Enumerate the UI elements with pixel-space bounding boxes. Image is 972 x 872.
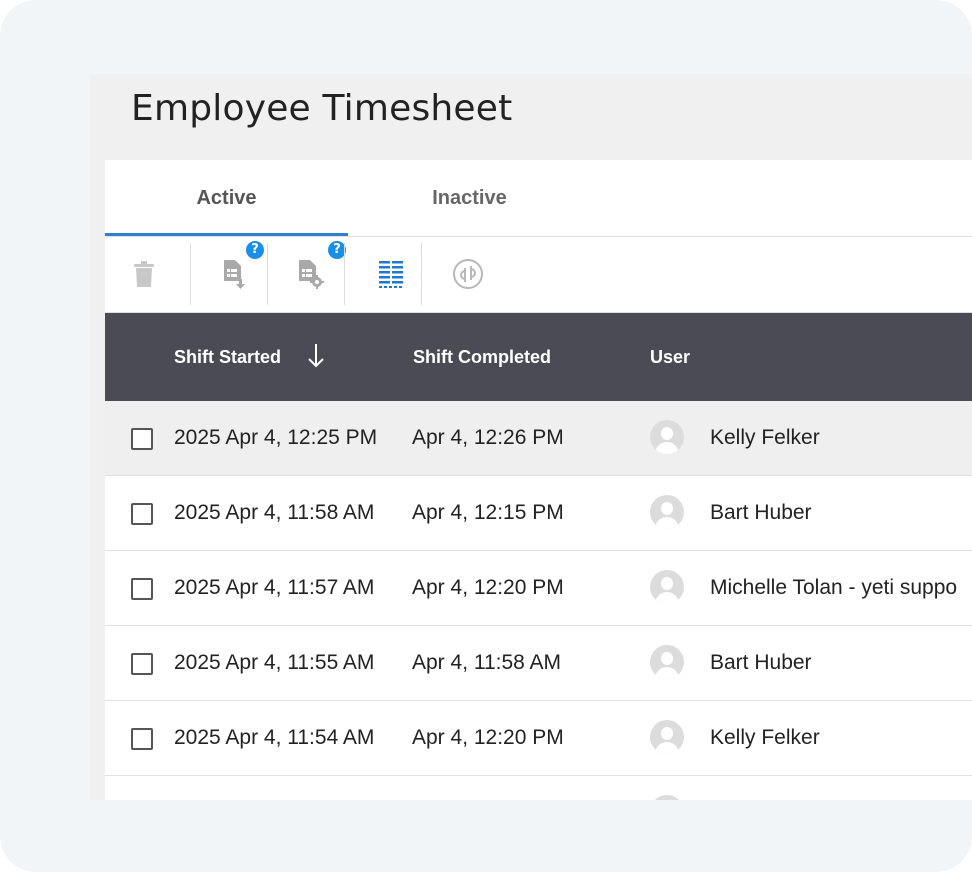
columns-button[interactable]	[353, 243, 429, 305]
shift-started-cell: 2025 Apr 4, 12:25 PM	[174, 426, 378, 449]
avatar	[650, 720, 684, 754]
user-cell: Bart Huber	[710, 651, 812, 674]
quickbooks-button[interactable]	[430, 243, 506, 305]
table-row[interactable]: 2025 Apr 4, 11:58 AM Apr 4, 12:15 PM Bar…	[105, 476, 972, 551]
row-checkbox[interactable]	[131, 578, 153, 600]
avatar	[650, 645, 684, 679]
timesheet-card: Active Inactive ? ? Shift Started Shift …	[105, 160, 972, 800]
export-button[interactable]: ?	[197, 241, 273, 305]
tab-bar: Active Inactive	[105, 160, 972, 237]
quickbooks-icon	[453, 259, 483, 289]
column-list-icon	[379, 261, 403, 288]
toolbar: ? ?	[105, 237, 972, 313]
table-row[interactable]: 2025 Apr 4, 11:57 AM Apr 4, 12:20 PM Mic…	[105, 551, 972, 626]
user-cell: Bart Huber	[710, 501, 812, 524]
table-header: Shift Started Shift Completed User	[105, 313, 972, 401]
tab-inactive[interactable]: Inactive	[348, 160, 591, 236]
shift-completed-cell: Apr 4, 12:26 PM	[412, 426, 564, 449]
column-header-label: Shift Started	[174, 347, 282, 367]
table-row-partial[interactable]	[105, 776, 972, 800]
column-header-shift-completed[interactable]: Shift Completed	[413, 313, 551, 401]
avatar	[650, 570, 684, 604]
page-title: Employee Timesheet	[131, 88, 513, 129]
table-row[interactable]: 2025 Apr 4, 12:25 PM Apr 4, 12:26 PM Kel…	[105, 401, 972, 476]
shift-completed-cell: Apr 4, 12:20 PM	[412, 726, 564, 749]
avatar	[650, 495, 684, 529]
tab-active[interactable]: Active	[105, 160, 348, 236]
user-cell: Kelly Felker	[710, 726, 820, 749]
shift-completed-cell: Apr 4, 12:20 PM	[412, 576, 564, 599]
row-checkbox[interactable]	[131, 653, 153, 675]
user-cell: Kelly Felker	[710, 426, 820, 449]
table-row[interactable]: 2025 Apr 4, 11:54 AM Apr 4, 12:20 PM Kel…	[105, 701, 972, 776]
row-checkbox[interactable]	[131, 428, 153, 450]
toolbar-divider	[267, 243, 268, 305]
user-cell: Michelle Tolan - yeti suppo	[710, 576, 958, 599]
document-settings-icon	[299, 260, 324, 289]
shift-started-cell: 2025 Apr 4, 11:57 AM	[174, 576, 375, 599]
window-frame: Employee Timesheet Active Inactive ? ? S…	[0, 0, 972, 872]
toolbar-divider	[190, 243, 191, 305]
export-document-icon	[224, 260, 245, 289]
shift-completed-cell: Apr 4, 11:58 AM	[412, 651, 562, 674]
shift-completed-cell: Apr 4, 12:15 PM	[412, 501, 564, 524]
column-header-shift-started[interactable]: Shift Started	[174, 313, 324, 401]
arrow-down-icon[interactable]	[308, 343, 324, 369]
main-panel: Employee Timesheet Active Inactive ? ? S…	[90, 74, 972, 800]
toolbar-divider	[344, 243, 345, 305]
shift-started-cell: 2025 Apr 4, 11:54 AM	[174, 726, 375, 749]
help-badge-icon[interactable]: ?	[246, 241, 264, 259]
table-row[interactable]: 2025 Apr 4, 11:55 AM Apr 4, 11:58 AM Bar…	[105, 626, 972, 701]
trash-icon	[134, 261, 154, 287]
shift-started-cell: 2025 Apr 4, 11:55 AM	[174, 651, 375, 674]
avatar	[650, 420, 684, 454]
delete-button[interactable]	[106, 243, 182, 305]
toolbar-divider	[421, 243, 422, 305]
document-settings-button[interactable]: ?	[273, 241, 349, 305]
column-header-user[interactable]: User	[650, 313, 690, 401]
shift-started-cell: 2025 Apr 4, 11:58 AM	[174, 501, 375, 524]
row-checkbox[interactable]	[131, 728, 153, 750]
row-checkbox[interactable]	[131, 503, 153, 525]
avatar	[650, 795, 684, 800]
